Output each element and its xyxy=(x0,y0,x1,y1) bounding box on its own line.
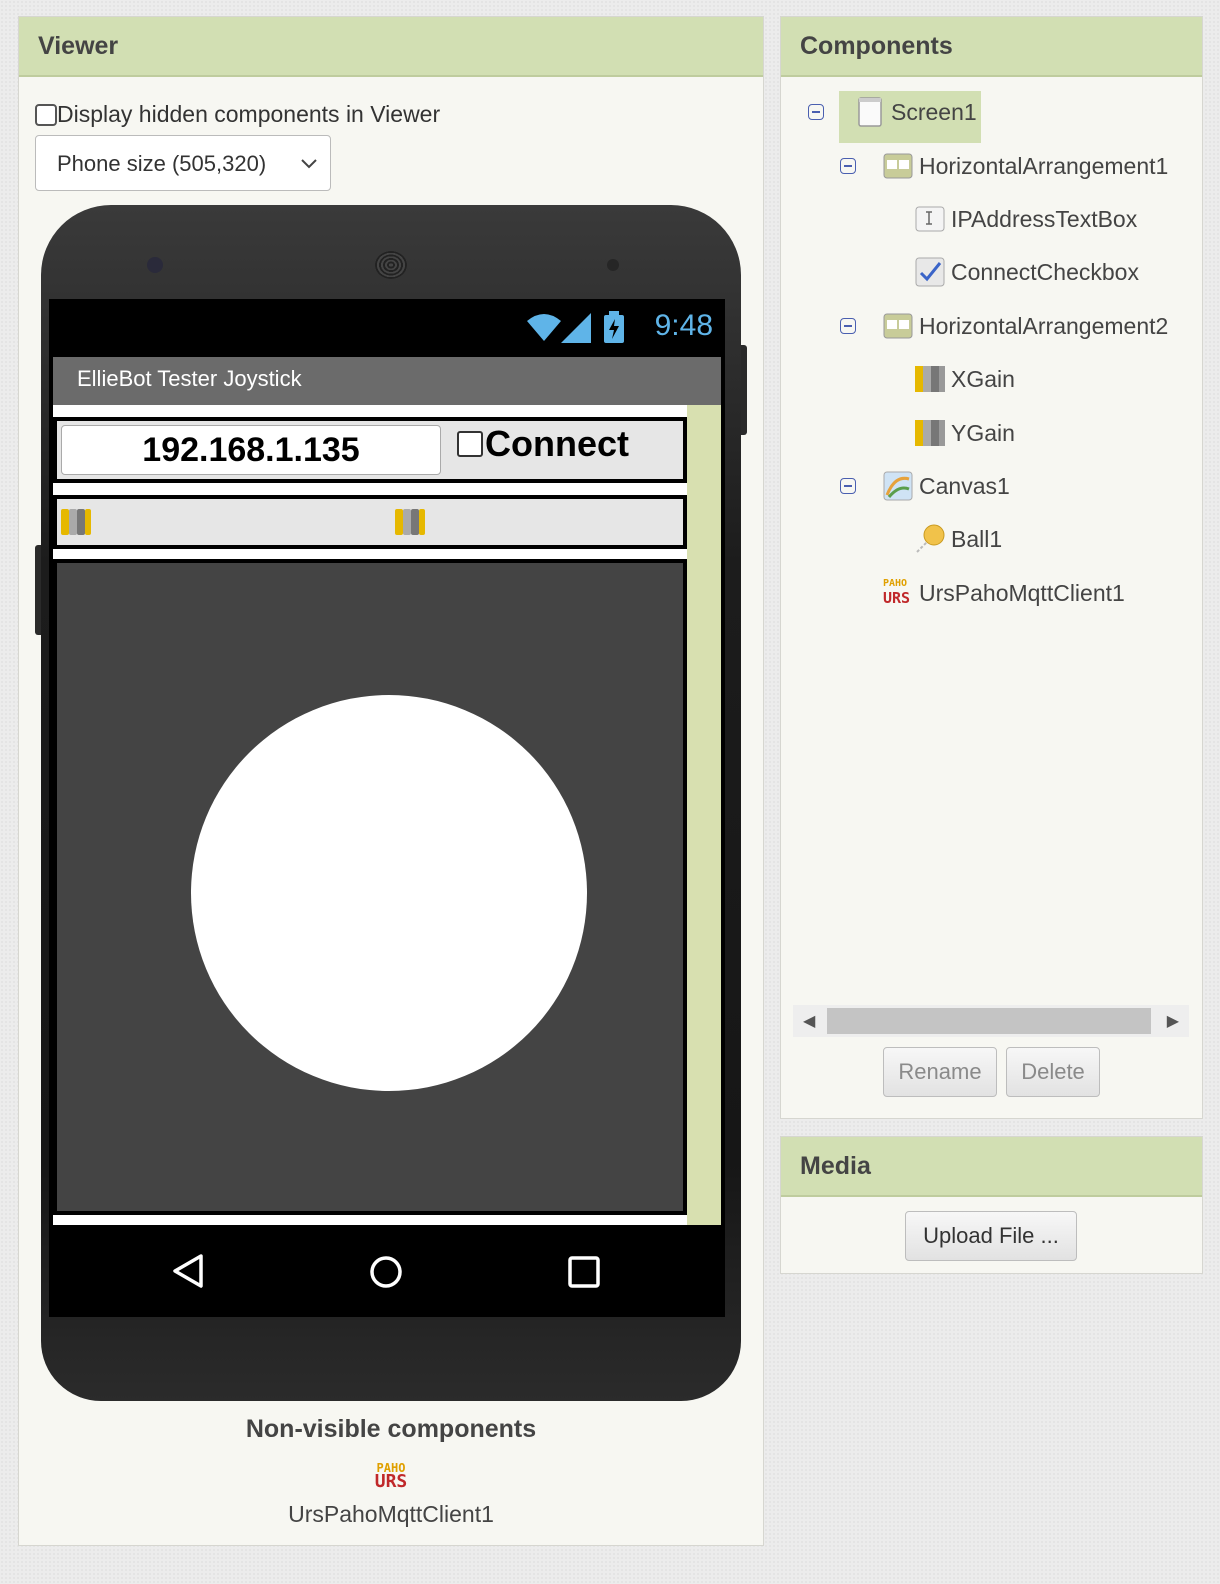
tree-item-horizontal-arrangement-2[interactable]: HorizontalArrangement2 xyxy=(883,311,1168,341)
tree-label: HorizontalArrangement2 xyxy=(919,312,1169,339)
horizontal-arrangement-1[interactable]: 192.168.1.135 Connect xyxy=(53,417,687,483)
scroll-right-icon[interactable]: ▶ xyxy=(1167,1011,1179,1031)
front-camera xyxy=(147,257,163,273)
phone-screen: 9:48 EllieBot Tester Joystick 192.168.1.… xyxy=(49,299,725,1317)
recents-icon[interactable] xyxy=(567,1255,601,1294)
status-clock: 9:48 xyxy=(654,309,713,342)
ygain-slider-icon[interactable] xyxy=(395,509,427,535)
ip-address-textbox[interactable]: 192.168.1.135 xyxy=(61,425,441,475)
display-hidden-checkbox-row[interactable]: Display hidden components in Viewer xyxy=(35,101,440,128)
components-panel: Components Screen1 HorizontalArrangement… xyxy=(780,16,1203,1119)
collapse-screen1-toggle[interactable] xyxy=(808,104,824,120)
tree-label: HorizontalArrangement1 xyxy=(919,152,1169,179)
tree-item-urspahomqttclient1[interactable]: PAHO URS UrsPahoMqttClient1 xyxy=(883,578,1125,608)
phone-size-value: Phone size (505,320) xyxy=(57,151,267,176)
scroll-left-icon[interactable]: ◀ xyxy=(803,1011,815,1031)
tree-item-canvas1[interactable]: Canvas1 xyxy=(883,471,1010,501)
connect-checkbox-box[interactable] xyxy=(457,431,483,457)
phone-mockup: 9:48 EllieBot Tester Joystick 192.168.1.… xyxy=(35,205,747,1401)
ball1[interactable] xyxy=(191,695,587,1091)
home-icon[interactable] xyxy=(369,1255,403,1294)
status-bar: 9:48 xyxy=(49,299,725,357)
tree-label: XGain xyxy=(951,365,1015,392)
upload-file-button[interactable]: Upload File ... xyxy=(905,1211,1077,1261)
tree-item-horizontal-arrangement-1[interactable]: HorizontalArrangement1 xyxy=(883,151,1168,181)
chevron-down-icon xyxy=(300,136,318,213)
ball-icon xyxy=(915,524,945,554)
tree-item-ipaddress-textbox[interactable]: IPAddressTextBox xyxy=(915,204,1137,234)
paho-icon: PAHO URS xyxy=(883,578,911,607)
horizontal-arrangement-icon xyxy=(883,311,913,341)
display-hidden-checkbox[interactable] xyxy=(35,103,57,126)
signal-icon xyxy=(561,313,591,348)
collapse-harr1-toggle[interactable] xyxy=(840,158,856,174)
slider-icon xyxy=(915,364,945,394)
textbox-icon xyxy=(915,204,945,234)
checkbox-icon xyxy=(915,257,945,287)
collapse-canvas1-toggle[interactable] xyxy=(840,478,856,494)
tree-label: ConnectCheckbox xyxy=(951,258,1139,285)
phone-size-select[interactable]: Phone size (505,320) xyxy=(35,135,331,191)
tree-label: YGain xyxy=(951,419,1015,446)
display-hidden-label: Display hidden components in Viewer xyxy=(57,101,441,127)
xgain-slider-icon[interactable] xyxy=(61,509,93,535)
horizontal-arrangement-2[interactable] xyxy=(53,495,687,549)
battery-icon xyxy=(603,311,625,348)
collapse-harr2-toggle[interactable] xyxy=(840,318,856,334)
connect-checkbox[interactable]: Connect xyxy=(457,423,629,465)
viewer-header: Viewer xyxy=(19,17,763,77)
tree-label: Ball1 xyxy=(951,525,1003,552)
rename-button[interactable]: Rename xyxy=(883,1047,997,1097)
tree-item-ball1[interactable]: Ball1 xyxy=(915,524,1002,554)
scrollbar-thumb[interactable] xyxy=(827,1008,1151,1034)
tree-item-screen1[interactable]: Screen1 xyxy=(855,97,977,127)
canvas-icon xyxy=(883,471,913,501)
proximity-sensor xyxy=(607,259,619,271)
wifi-icon xyxy=(525,311,563,348)
tree-label: Canvas1 xyxy=(919,472,1010,499)
tree-label: Screen1 xyxy=(891,98,977,125)
delete-button[interactable]: Delete xyxy=(1006,1047,1100,1097)
app-title-bar: EllieBot Tester Joystick xyxy=(53,357,721,405)
back-icon[interactable] xyxy=(171,1253,205,1294)
components-header: Components xyxy=(781,17,1202,77)
media-header: Media xyxy=(781,1137,1202,1197)
viewer-panel: Viewer Display hidden components in View… xyxy=(18,16,764,1546)
slider-icon xyxy=(915,418,945,448)
screen-icon xyxy=(855,97,885,127)
tree-item-connect-checkbox[interactable]: ConnectCheckbox xyxy=(915,257,1139,287)
horizontal-arrangement-icon xyxy=(883,151,913,181)
nonvisible-item-label: UrsPahoMqttClient1 xyxy=(288,1501,494,1527)
app-content-area: 192.168.1.135 Connect xyxy=(53,405,721,1225)
media-panel: Media Upload File ... xyxy=(780,1136,1203,1274)
paho-icon: PAHO URS xyxy=(374,1461,408,1492)
screen-scroll-strip xyxy=(687,405,721,1225)
tree-item-xgain[interactable]: XGain xyxy=(915,364,1015,394)
nonvisible-components-title: Non-visible components xyxy=(245,1415,537,1443)
connect-checkbox-label: Connect xyxy=(485,423,629,464)
canvas1[interactable] xyxy=(53,559,687,1215)
tree-item-ygain[interactable]: YGain xyxy=(915,418,1015,448)
android-nav-bar xyxy=(49,1225,725,1317)
tree-horizontal-scrollbar[interactable]: ◀ ▶ xyxy=(793,1005,1189,1037)
earpiece-speaker xyxy=(375,251,407,279)
tree-label: UrsPahoMqttClient1 xyxy=(919,579,1125,606)
tree-label: IPAddressTextBox xyxy=(951,205,1138,232)
